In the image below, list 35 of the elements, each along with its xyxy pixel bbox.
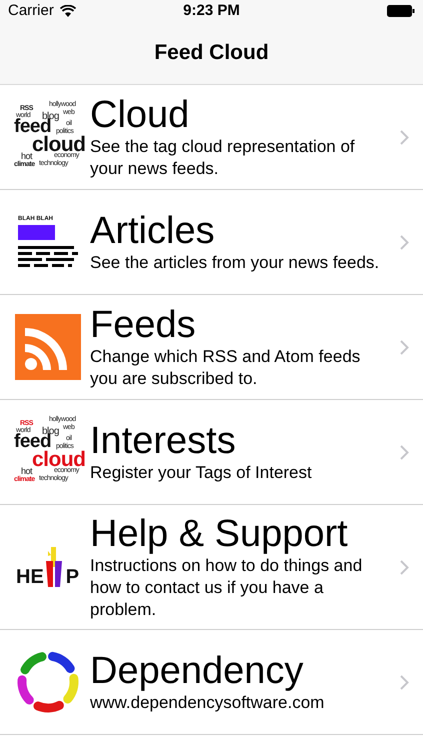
row-title: Interests	[90, 420, 237, 462]
row-title: Feeds	[90, 304, 197, 346]
tag-word: hot	[21, 152, 32, 161]
color-ring-icon	[15, 649, 81, 715]
clock-time: 9:23 PM	[183, 0, 240, 21]
text-lines-drawing	[18, 243, 78, 267]
row-description: See the articles from your news feeds.	[90, 252, 380, 274]
row-title: Cloud	[90, 94, 190, 136]
menu-row[interactable]: Dependency www.dependencysoftware.com	[0, 630, 423, 735]
carrier-label: Carrier	[8, 0, 54, 21]
chevron-icon	[400, 340, 409, 354]
raised-hands-icon	[44, 547, 65, 587]
row-title: Articles	[90, 210, 216, 252]
menu-row[interactable]: HE P Help & Support Instructions on how to do things and how to contact us if you have a problem.	[0, 505, 423, 630]
row-description: Register your Tags of Interest	[90, 462, 313, 484]
row-description: See the tag cloud representation of your news feeds.	[90, 136, 356, 180]
row-description: Instructions on how to do things and how to contact us if you have a problem.	[90, 555, 364, 621]
chevron-icon	[400, 130, 409, 144]
chevron-icon	[400, 674, 409, 690]
rss-icon	[15, 314, 81, 380]
row-description: www.dependencysoftware.com	[90, 692, 326, 714]
chevron-icon	[400, 560, 409, 574]
row-title: Help & Support	[90, 513, 349, 555]
battery-icon	[386, 5, 415, 17]
chevron-icon	[400, 234, 409, 250]
wifi-icon	[60, 5, 76, 17]
image-block	[18, 225, 55, 240]
row-description: Change which RSS and Atom feeds you are subscribed to.	[90, 346, 362, 390]
nav-title: Feed Cloud	[154, 40, 269, 66]
chevron-icon	[400, 444, 409, 460]
help-letters: HE	[16, 567, 44, 587]
tag-word: hot	[21, 467, 32, 476]
menu-row[interactable]: Feeds Change which RSS and Atom feeds you are subscribed to.	[0, 295, 423, 400]
help-letters: P	[66, 567, 80, 587]
row-title: Dependency	[90, 650, 304, 692]
